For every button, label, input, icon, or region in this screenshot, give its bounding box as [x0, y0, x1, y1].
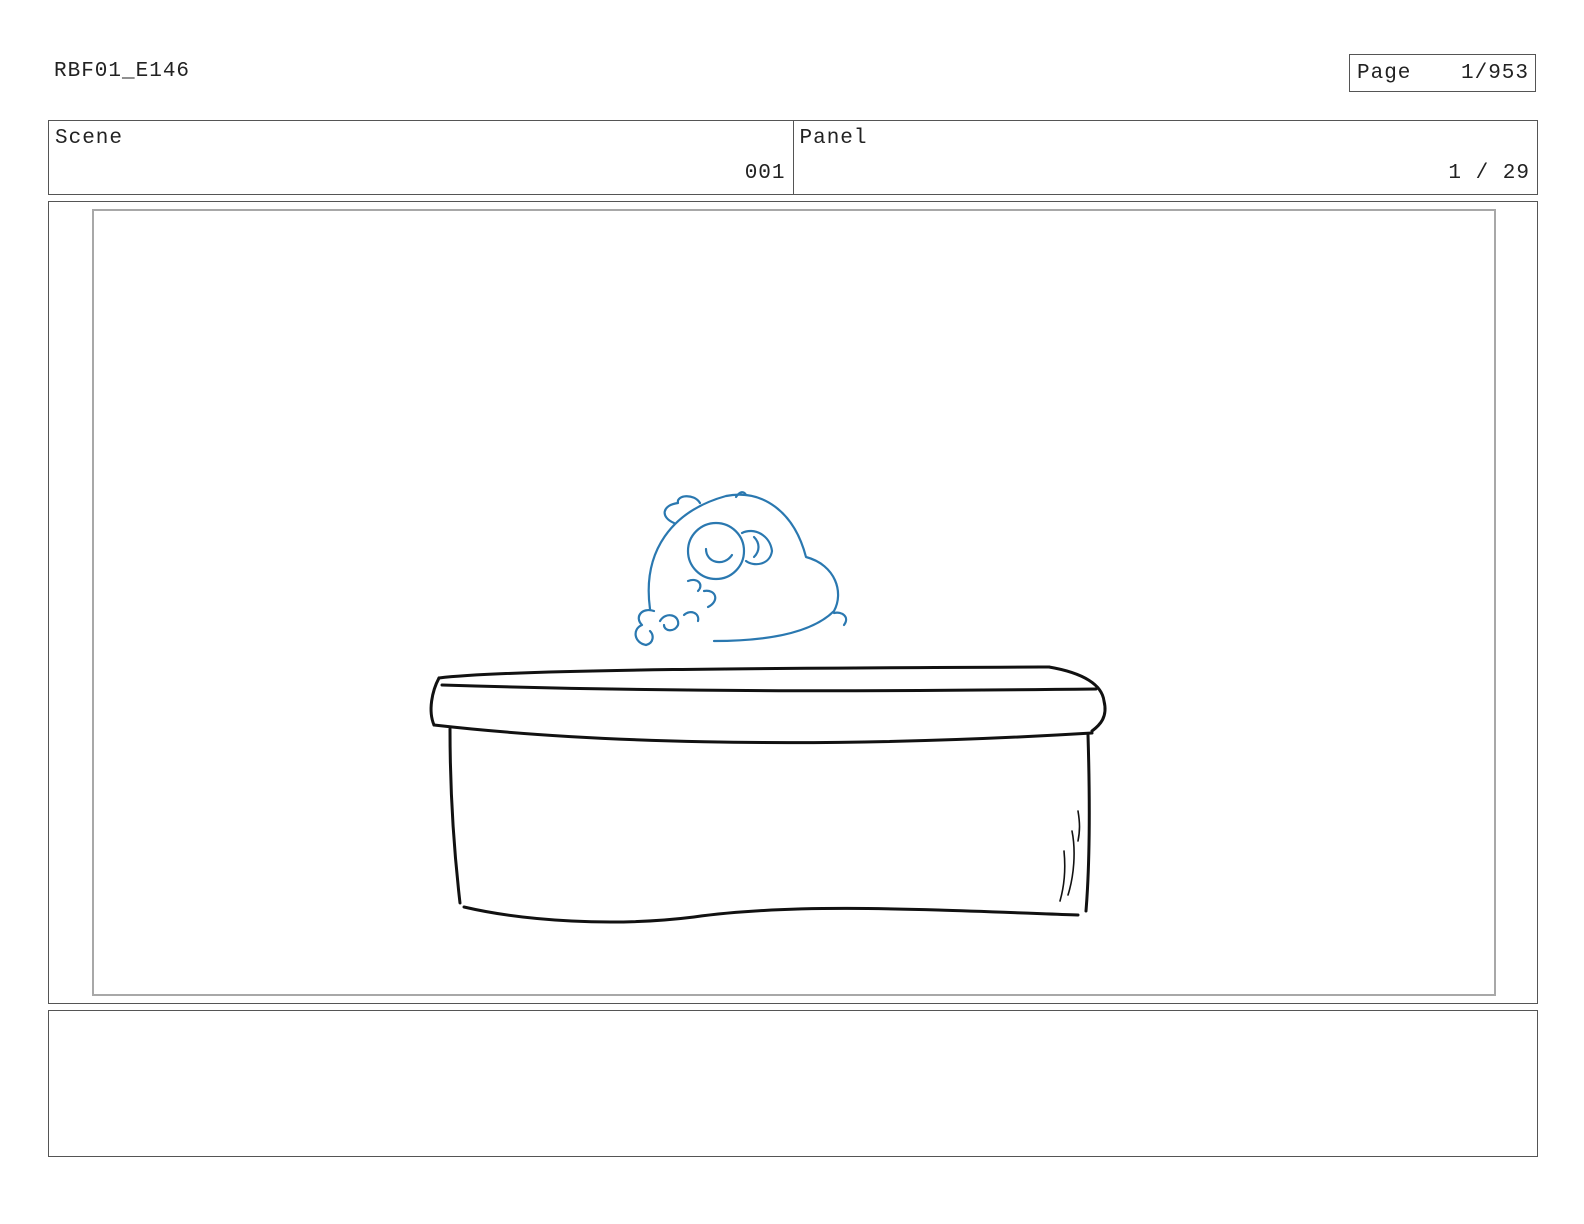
character-chin-curl [682, 611, 700, 623]
character-sketch [634, 491, 848, 647]
page-label: Page [1357, 62, 1412, 85]
desk-body-bottom-edge [462, 905, 1080, 924]
storyboard-panel [48, 201, 1538, 1004]
character-eye-right [740, 529, 774, 566]
desk-top-left-side [429, 676, 441, 727]
desk-shading-2 [1059, 850, 1066, 902]
scene-cell: Scene 001 [49, 121, 793, 194]
character-cheek-curl [686, 578, 702, 593]
desk-sketch [429, 665, 1107, 924]
character-eye-left [686, 521, 746, 581]
desk-top-back-edge [437, 665, 1051, 680]
desk-body-left-side [448, 727, 462, 905]
panel-label: Panel [799, 127, 868, 150]
panel-frame [92, 209, 1496, 996]
character-nose-curl [658, 614, 680, 632]
character-eye-left-lid [704, 547, 734, 564]
scene-number: 001 [744, 162, 786, 185]
panel-cell: Panel 1 / 29 [792, 121, 1538, 194]
info-row: Scene 001 Panel 1 / 29 [48, 120, 1538, 195]
desk-top-bottom-edge [432, 723, 1094, 745]
panel-drawing [429, 491, 1107, 924]
desk-body-right-side [1084, 733, 1091, 913]
desk-shading-3 [1077, 810, 1081, 842]
panel-number: 1 / 29 [1448, 162, 1530, 185]
desk-top-front-edge [440, 683, 1098, 693]
page-number: 1/953 [1460, 62, 1529, 85]
character-ear-curl [832, 611, 848, 627]
character-mouth-curl [634, 609, 656, 647]
panel-notes [48, 1010, 1538, 1157]
desk-top-right-side [1047, 665, 1107, 733]
desk-shading-1 [1067, 830, 1075, 896]
scene-label: Scene [55, 127, 124, 150]
character-eye-right-lid [752, 535, 760, 559]
production-id: RBF01_E146 [54, 60, 191, 83]
character-cheek-curl-2 [702, 589, 717, 609]
page-indicator: Page 1/953 [1349, 54, 1536, 92]
